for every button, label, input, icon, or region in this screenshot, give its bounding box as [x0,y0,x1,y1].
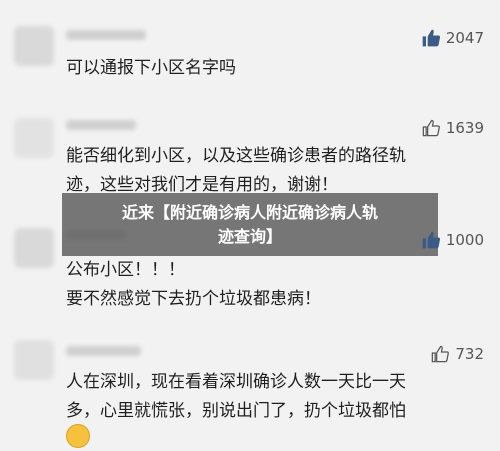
like-count: 2047 [445,29,484,47]
username-blurred[interactable] [66,120,136,130]
like-count: 1000 [445,231,484,249]
username-blurred[interactable] [66,30,146,40]
thumbs-up-outline-icon [422,119,440,137]
thumbs-up-outline-icon [432,345,450,363]
avatar[interactable] [14,118,54,158]
comment-text: 能否细化到小区，以及这些确诊患者的路径轨 迹，这些对我们才是有用的，谢谢！ [66,142,486,200]
comment-line: 多，心里就慌张，别说出门了，扔个垃圾都怕 [66,401,406,421]
like-button[interactable]: 1000 [421,230,484,250]
like-button[interactable]: 732 [430,344,484,364]
avatar[interactable] [14,26,54,66]
overlay-line-2: 迹查询】 [217,226,282,246]
comment-line: 要不然感觉下去扔个垃圾都患病！ [66,289,321,309]
title-overlay-banner: 近来【附近确诊病人附近确诊病人轨 迹查询】 [62,193,438,256]
like-button[interactable]: 2047 [421,28,484,48]
comment-text: 可以通报下小区名字吗 [66,54,486,83]
like-button[interactable]: 1639 [421,118,484,138]
like-count: 1639 [445,119,484,137]
avatar[interactable] [14,340,54,380]
comment-text: 人在深圳，现在看着深圳确诊人数一天比一天 多，心里就慌张，别说出门了，扔个垃圾都… [66,368,486,426]
comment-line: 可以通报下小区名字吗 [66,58,236,78]
overlay-line-1: 近来【附近确诊病人附近确诊病人轨 [121,202,378,222]
comment-line: 能否细化到小区，以及这些确诊患者的路径轨 [66,146,406,166]
comment-line: 人在深圳，现在看着深圳确诊人数一天比一天 [66,372,406,392]
thumbs-up-icon [422,231,440,249]
comment-text: 公布小区！！！ 要不然感觉下去扔个垃圾都患病！ [66,256,486,314]
thumbs-up-icon [422,29,440,47]
username-blurred[interactable] [66,346,141,356]
avatar[interactable] [14,228,54,268]
comment-line: 公布小区！！！ [66,260,185,280]
fearful-face-emoji-icon [66,424,90,448]
like-count: 732 [455,345,484,363]
